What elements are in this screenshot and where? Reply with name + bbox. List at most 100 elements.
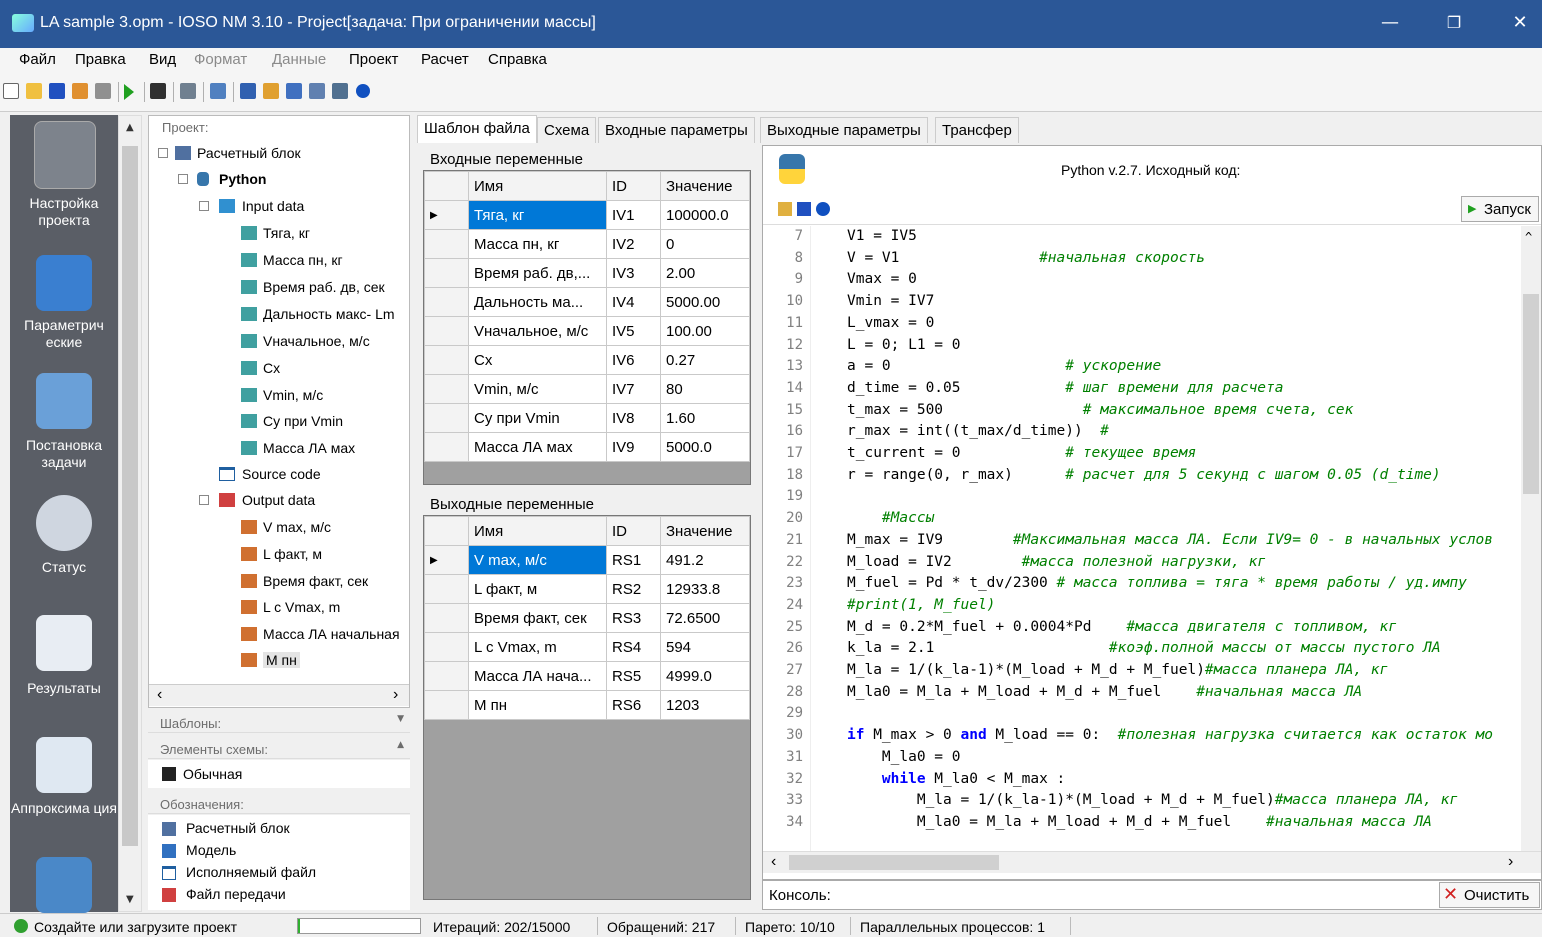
menu-file[interactable]: Файл bbox=[19, 51, 56, 68]
table-row[interactable]: Vначальное, м/с IV5 100.00 bbox=[424, 316, 750, 346]
grid-delete-icon[interactable] bbox=[309, 83, 325, 99]
nav-results[interactable]: Результаты bbox=[10, 680, 118, 697]
tree-output-item[interactable]: L c Vmax, m bbox=[263, 599, 340, 615]
save-icon[interactable] bbox=[49, 83, 65, 99]
code-hscrollbar[interactable]: ‹ › bbox=[763, 851, 1541, 873]
new-file-icon[interactable] bbox=[3, 83, 19, 99]
run-button[interactable]: ▶ Запуск bbox=[1461, 196, 1539, 222]
code-line[interactable]: t_current = 0 # текущее время bbox=[847, 445, 1196, 461]
code-line[interactable]: d_time = 0.05 # шаг времени для расчета bbox=[847, 380, 1284, 396]
tree-input-item[interactable]: Время раб. дв, сек bbox=[263, 279, 385, 295]
home-icon[interactable] bbox=[180, 83, 196, 99]
table-row[interactable]: ▶ Тяга, кг IV1 100000.0 bbox=[424, 200, 750, 230]
col-id[interactable]: ID bbox=[606, 516, 661, 546]
nav-task-setup[interactable]: Постановка задачи bbox=[10, 437, 118, 471]
tree-input-item[interactable]: Vmin, м/с bbox=[263, 387, 323, 403]
table-row[interactable]: Vmin, м/с IV7 80 bbox=[424, 374, 750, 404]
results-icon[interactable] bbox=[36, 615, 92, 671]
collapse-icon[interactable] bbox=[199, 495, 209, 505]
table-row[interactable]: L c Vmax, m RS4 594 bbox=[424, 632, 750, 662]
code-vscrollbar[interactable]: ^ bbox=[1521, 226, 1541, 851]
menu-format[interactable]: Формат bbox=[194, 51, 247, 68]
code-line[interactable]: r = range(0, r_max) # расчет для 5 секун… bbox=[847, 467, 1441, 483]
code-line[interactable]: M_la0 = M_la + M_load + M_d + M_fuel #на… bbox=[847, 684, 1362, 700]
parametric-icon[interactable] bbox=[36, 255, 92, 311]
status-clock-icon[interactable] bbox=[36, 495, 92, 551]
tree-output-item[interactable]: V max, м/с bbox=[263, 519, 331, 535]
nav-status[interactable]: Статус bbox=[10, 559, 118, 576]
tree-input-item[interactable]: Vначальное, м/с bbox=[263, 333, 370, 349]
tree-output-item[interactable]: Масса ЛА начальная bbox=[263, 626, 400, 642]
table-row[interactable]: Время раб. дв,... IV3 2.00 bbox=[424, 258, 750, 288]
print-icon[interactable] bbox=[95, 83, 111, 99]
chevron-down-icon[interactable]: ▼ bbox=[397, 714, 404, 724]
project-settings-icon[interactable] bbox=[34, 121, 96, 189]
table-row[interactable]: Сх IV6 0.27 bbox=[424, 345, 750, 375]
code-line[interactable]: M_load = IV2 #масса полезной нагрузки, к… bbox=[847, 554, 1266, 570]
code-line[interactable]: if M_max > 0 and M_load == 0: #полезная … bbox=[847, 727, 1493, 743]
code-line[interactable]: L = 0; L1 = 0 bbox=[847, 337, 961, 353]
tree-source-code[interactable]: Source code bbox=[242, 466, 321, 482]
collapse-icon[interactable] bbox=[178, 174, 188, 184]
templates-panel-header[interactable]: Шаблоны: ▼ bbox=[148, 711, 410, 733]
elements-panel-header[interactable]: Элементы схемы: ▲ bbox=[148, 737, 410, 759]
code-line[interactable]: #print(1, M_fuel) bbox=[847, 597, 995, 613]
collapse-icon[interactable] bbox=[199, 201, 209, 211]
col-value[interactable]: Значение bbox=[660, 171, 750, 201]
chart-icon[interactable] bbox=[240, 83, 256, 99]
code-line[interactable]: while M_la0 < M_max : bbox=[847, 771, 1065, 787]
open-icon[interactable] bbox=[778, 202, 792, 216]
restore-button[interactable]: ❐ bbox=[1434, 8, 1474, 38]
tree-input-data[interactable]: Input data bbox=[242, 198, 304, 214]
nav-project-settings[interactable]: Настройка проекта bbox=[10, 195, 118, 229]
code-line[interactable]: L_vmax = 0 bbox=[847, 315, 934, 331]
table-row[interactable]: M пн RS6 1203 bbox=[424, 690, 750, 720]
tree-output-item[interactable]: L факт, м bbox=[263, 546, 322, 562]
binoculars-icon[interactable] bbox=[150, 83, 166, 99]
output-variables-grid[interactable]: Имя ID Значение ▶ V max, м/с RS1 491.2 L факт… bbox=[423, 515, 751, 900]
code-line[interactable]: M_d = 0.2*M_fuel + 0.0004*Pd #масса двиг… bbox=[847, 619, 1397, 635]
tree-input-item[interactable]: Дальность макс- Lm bbox=[263, 306, 395, 322]
table-row[interactable]: L факт, м RS2 12933.8 bbox=[424, 574, 750, 604]
export-icon[interactable] bbox=[72, 83, 88, 99]
tree-input-item[interactable]: Сх bbox=[263, 360, 280, 376]
table-row[interactable]: Су при Vmin IV8 1.60 bbox=[424, 403, 750, 433]
help-icon[interactable] bbox=[356, 84, 370, 98]
menu-calc[interactable]: Расчет bbox=[421, 51, 469, 68]
tree-calc-block[interactable]: Расчетный блок bbox=[197, 145, 301, 161]
col-name[interactable]: Имя bbox=[468, 171, 607, 201]
col-id[interactable]: ID bbox=[606, 171, 661, 201]
collapse-icon[interactable] bbox=[158, 148, 168, 158]
help-icon[interactable] bbox=[816, 202, 830, 216]
input-variables-grid[interactable]: Имя ID Значение ▶ Тяга, кг IV1 100000.0 Масса… bbox=[423, 170, 751, 485]
menu-project[interactable]: Проект bbox=[349, 51, 398, 68]
code-line[interactable]: V1 = IV5 bbox=[847, 228, 917, 244]
save-icon[interactable] bbox=[797, 202, 811, 216]
tab-output-params[interactable]: Выходные параметры bbox=[760, 117, 928, 143]
menu-data[interactable]: Данные bbox=[272, 51, 326, 68]
nav-parametric[interactable]: Параметрич еские bbox=[10, 317, 118, 351]
tree-hscrollbar[interactable]: ‹ › bbox=[149, 684, 409, 706]
chevron-up-icon[interactable]: ▲ bbox=[397, 740, 404, 750]
tree-output-data[interactable]: Output data bbox=[242, 492, 315, 508]
nav-scrollbar[interactable]: ▲ ▼ bbox=[118, 115, 142, 912]
code-line[interactable]: V = V1 #начальная скорость bbox=[847, 250, 1205, 266]
code-line[interactable]: M_la = 1/(k_la-1)*(M_load + M_d + M_fuel… bbox=[847, 792, 1458, 808]
code-line[interactable]: #Массы bbox=[847, 510, 934, 526]
tree-input-item[interactable]: Су при Vmin bbox=[263, 413, 343, 429]
table-row[interactable]: Масса ЛА мах IV9 5000.0 bbox=[424, 432, 750, 462]
tree-output-item[interactable]: Время факт, сек bbox=[263, 573, 368, 589]
menu-edit[interactable]: Правка bbox=[75, 51, 126, 68]
table-row[interactable]: Дальность ма... IV4 5000.00 bbox=[424, 287, 750, 317]
table-row[interactable]: Время факт, сек RS3 72.6500 bbox=[424, 603, 750, 633]
code-editor[interactable]: 7 V1 = IV5 8 V = V1 #начальная скорость 9 Vma… bbox=[763, 226, 1541, 851]
network-icon[interactable] bbox=[210, 83, 226, 99]
col-value[interactable]: Значение bbox=[660, 516, 750, 546]
code-line[interactable]: M_la0 = M_la + M_load + M_d + M_fuel #на… bbox=[847, 814, 1432, 830]
code-line[interactable]: Vmin = IV7 bbox=[847, 293, 934, 309]
task-setup-icon[interactable] bbox=[36, 373, 92, 429]
tab-scheme[interactable]: Схема bbox=[537, 117, 597, 143]
menu-help[interactable]: Справка bbox=[488, 51, 547, 68]
minimize-button[interactable]: — bbox=[1370, 8, 1410, 38]
code-line[interactable]: Vmax = 0 bbox=[847, 271, 917, 287]
